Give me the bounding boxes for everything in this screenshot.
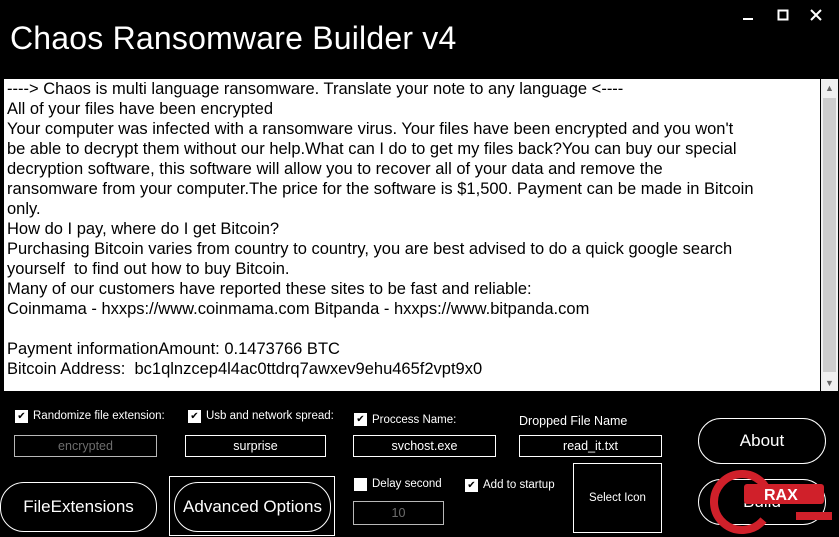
dropped-file-field[interactable]: read_it.txt [519, 435, 662, 457]
delay-checkbox[interactable] [354, 478, 367, 491]
about-button[interactable]: About [698, 418, 826, 464]
dropped-file-label: Dropped File Name [519, 414, 628, 428]
close-icon[interactable] [805, 4, 827, 26]
advanced-options-button[interactable]: Advanced Options [174, 482, 331, 532]
process-name-checkbox[interactable]: ✔ [354, 413, 367, 426]
randomize-extension-checkbox[interactable]: ✔ [15, 410, 28, 423]
process-name-field[interactable]: svchost.exe [353, 435, 496, 457]
usb-spread-checkbox[interactable]: ✔ [188, 410, 201, 423]
note-line: Purchasing Bitcoin varies from country t… [7, 240, 733, 258]
spread-name-field[interactable]: surprise [185, 435, 326, 457]
note-line: decryption software, this software will … [7, 160, 663, 178]
minimize-icon[interactable] [737, 4, 759, 26]
note-line: Coinmama - hxxps://www.coinmama.com Bitp… [7, 300, 590, 318]
select-icon-button[interactable]: Select Icon [573, 463, 662, 533]
app-title: Chaos Ransomware Builder v4 [10, 20, 457, 56]
note-line: How do I pay, where do I get Bitcoin? [7, 220, 280, 238]
note-line: ransomware from your computer.The price … [7, 180, 754, 198]
process-name-label: Proccess Name: [372, 414, 457, 426]
note-line: yourself to find out how to buy Bitcoin. [7, 260, 290, 278]
scroll-up-icon[interactable]: ▲ [821, 79, 838, 96]
advanced-options-label: Advanced Options [183, 497, 322, 516]
note-line: Payment informationAmount: 0.1473766 BTC [7, 340, 340, 358]
randomize-extension-label: Randomize file extension: [33, 410, 165, 422]
note-line: be able to decrypt them without our help… [7, 140, 737, 158]
file-extensions-button[interactable]: FileExtensions [0, 482, 157, 532]
note-line: Many of our customers have reported thes… [7, 280, 532, 298]
ransom-note-textarea[interactable]: ----> Chaos is multi language ransomware… [4, 79, 820, 391]
about-label: About [739, 431, 785, 450]
startup-checkbox[interactable]: ✔ [465, 479, 478, 492]
delay-field[interactable]: 10 [353, 501, 444, 525]
note-line: only. [7, 200, 41, 218]
maximize-icon[interactable] [772, 4, 794, 26]
file-extensions-label: FileExtensions [23, 497, 134, 516]
scrollbar-thumb[interactable] [823, 98, 836, 372]
scroll-down-icon[interactable]: ▼ [821, 374, 838, 391]
extension-field[interactable]: encrypted [14, 435, 157, 457]
usb-spread-label: Usb and network spread: [206, 410, 334, 422]
startup-label: Add to startup [483, 479, 555, 491]
watermark-logo: RAX [710, 470, 832, 534]
note-line: ----> Chaos is multi language ransomware… [7, 80, 624, 98]
note-line: All of your files have been encrypted [7, 100, 273, 118]
note-line: Your computer was infected with a ransom… [7, 120, 734, 138]
select-icon-label: Select Icon [589, 492, 646, 504]
note-line [7, 319, 820, 339]
svg-text:RAX: RAX [764, 487, 798, 504]
delay-label: Delay second [372, 478, 442, 490]
note-line: Bitcoin Address: bc1qlnzcep4l4ac0ttdrq7a… [7, 360, 483, 378]
